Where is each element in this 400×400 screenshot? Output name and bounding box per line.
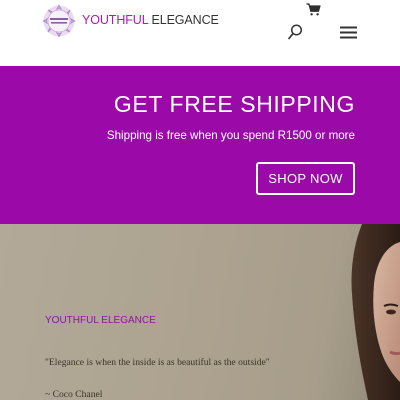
- shopping-cart-icon[interactable]: [306, 3, 321, 16]
- promo-title: GET FREE SHIPPING: [113, 91, 355, 117]
- search-icon[interactable]: [288, 24, 303, 40]
- free-shipping-banner: GET FREE SHIPPING Shipping is free when …: [0, 66, 400, 224]
- logo-text-youthful: YOUTHFUL: [82, 13, 149, 27]
- site-header: YOUTHFUL ELEGANCE: [0, 0, 400, 66]
- hero-brand-name: YOUTHFUL ELEGANCE: [45, 315, 156, 326]
- hero-section: YOUTHFUL ELEGANCE "Elegance is when the …: [0, 224, 400, 400]
- hamburger-menu-icon[interactable]: [340, 26, 357, 39]
- promo-subtitle: Shipping is free when you spend R1500 or…: [106, 129, 355, 142]
- logo-wordmark[interactable]: YOUTHFUL ELEGANCE: [82, 13, 219, 27]
- logo-text-elegance: ELEGANCE: [148, 13, 219, 27]
- logo-emblem-icon[interactable]: [42, 4, 76, 38]
- hero-quote-author: ~ Coco Chanel: [45, 389, 103, 400]
- hero-quote: "Elegance is when the inside is as beaut…: [45, 357, 270, 368]
- hero-portrait-image: [340, 224, 400, 400]
- shop-now-button[interactable]: SHOP NOW: [256, 162, 355, 195]
